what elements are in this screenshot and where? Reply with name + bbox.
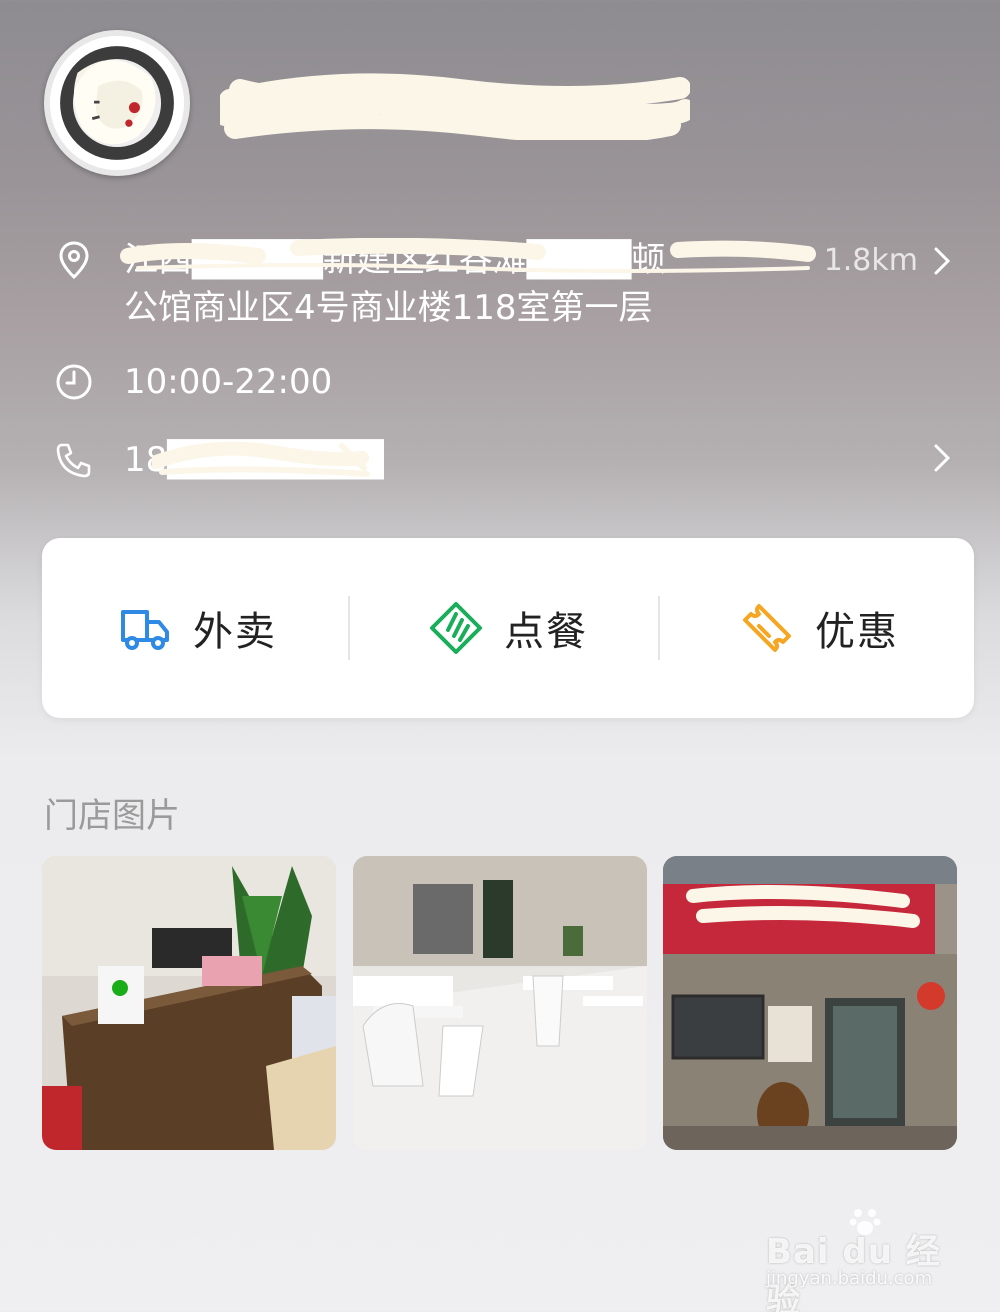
clock-icon [54, 362, 94, 402]
phone-icon [54, 440, 94, 480]
address-line-2: 公馆商业区4号商业楼118室第一层 [124, 288, 653, 328]
action-bar: 外卖 点餐 优惠 [42, 538, 974, 718]
delivery-button[interactable]: 外卖 [42, 538, 352, 718]
address-row[interactable]: 江西█████新建区红谷滩████顿 公馆商业区4号商业楼118室第一层 1.8… [0, 236, 1000, 336]
coupon-icon [739, 600, 795, 656]
store-photo-storefront[interactable] [663, 856, 957, 1150]
address-line-1: 江西█████新建区红谷滩████顿 [124, 240, 666, 280]
location-pin-icon [54, 240, 94, 280]
chevron-right-icon [930, 241, 954, 281]
hours-row: 10:00-22:00 [0, 358, 1000, 410]
chevron-right-icon [930, 438, 954, 478]
divider [348, 596, 350, 660]
coupon-label: 优惠 [815, 609, 899, 655]
business-hours: 10:00-22:00 [124, 362, 333, 402]
watermark-url: jingyan.baidu.com [766, 1268, 933, 1289]
phone-number: 18█████████ [124, 440, 384, 480]
delivery-label: 外卖 [193, 609, 277, 655]
shop-header: ████████ 江西█████新建区红谷滩████顿 公馆商业区4号商业楼11… [0, 0, 1000, 540]
shop-name: ████████ [220, 68, 690, 138]
baidu-watermark: Bai du 经验 jingyan.baidu.com [766, 1204, 946, 1312]
divider [658, 596, 660, 660]
photos-section-title: 门店图片 [44, 796, 180, 836]
order-label: 点餐 [504, 609, 588, 655]
order-ticket-icon [428, 600, 484, 656]
store-photo-counter[interactable] [42, 856, 336, 1150]
store-photo-dining[interactable] [353, 856, 647, 1150]
delivery-truck-icon [117, 600, 173, 656]
phone-row[interactable]: 18█████████ [0, 434, 1000, 486]
order-button[interactable]: 点餐 [353, 538, 663, 718]
shop-avatar[interactable] [44, 30, 190, 176]
distance-label: 1.8km [823, 243, 918, 278]
coupon-button[interactable]: 优惠 [664, 538, 974, 718]
